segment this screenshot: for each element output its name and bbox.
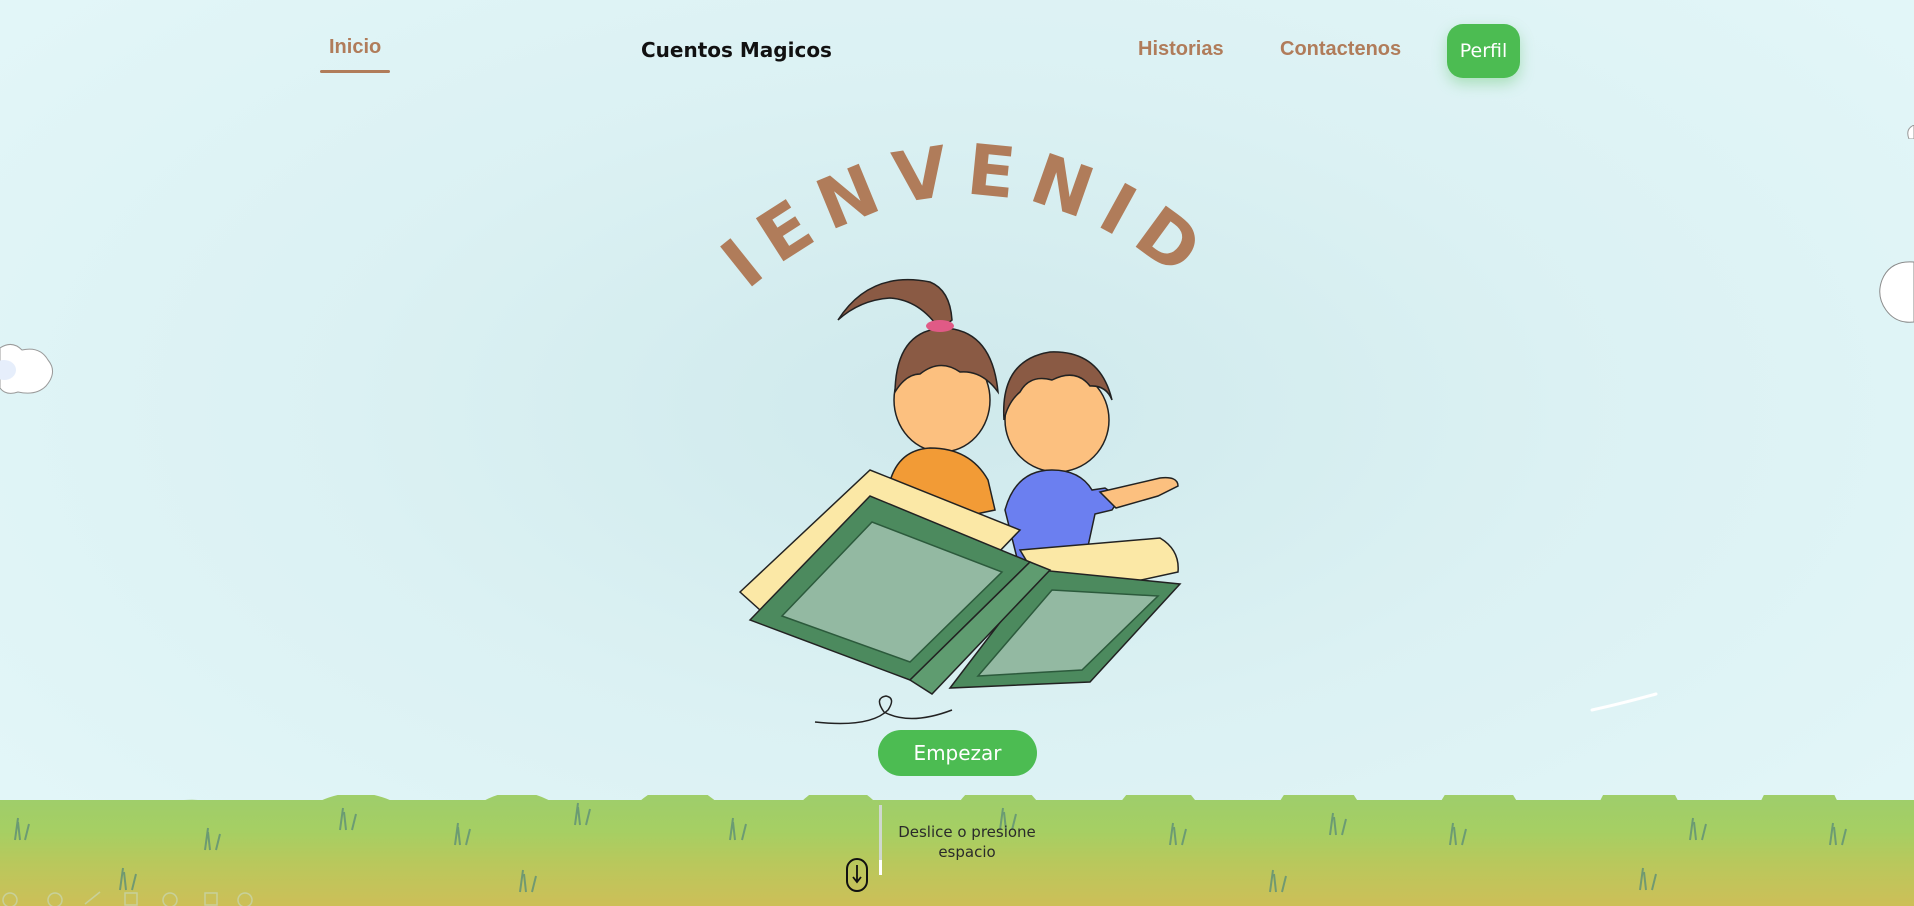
active-nav-underline (320, 70, 390, 73)
corner-decor-icons (2, 891, 253, 906)
mouse-scroll-icon (846, 858, 868, 892)
hero-illustration: BIENVENIDO (720, 130, 1220, 725)
profile-button[interactable]: Perfil (1447, 24, 1520, 78)
wind-streak (1590, 692, 1658, 712)
hero-title: BIENVENIDO (720, 130, 1220, 304)
cloud-right (1879, 261, 1914, 323)
cloud-left (0, 344, 53, 394)
cloud-top-right (1907, 125, 1914, 139)
scroll-hint-text: Deslice o presione espacio (898, 823, 1036, 861)
start-button[interactable]: Empezar (878, 730, 1037, 776)
nav-contact-link[interactable]: Contactenos (1280, 38, 1401, 61)
nav-stories-link[interactable]: Historias (1138, 38, 1224, 61)
nav-home-link[interactable]: Inicio (329, 36, 381, 59)
brand-title: Cuentos Magicos (641, 38, 832, 62)
scroll-indicator (879, 860, 882, 875)
